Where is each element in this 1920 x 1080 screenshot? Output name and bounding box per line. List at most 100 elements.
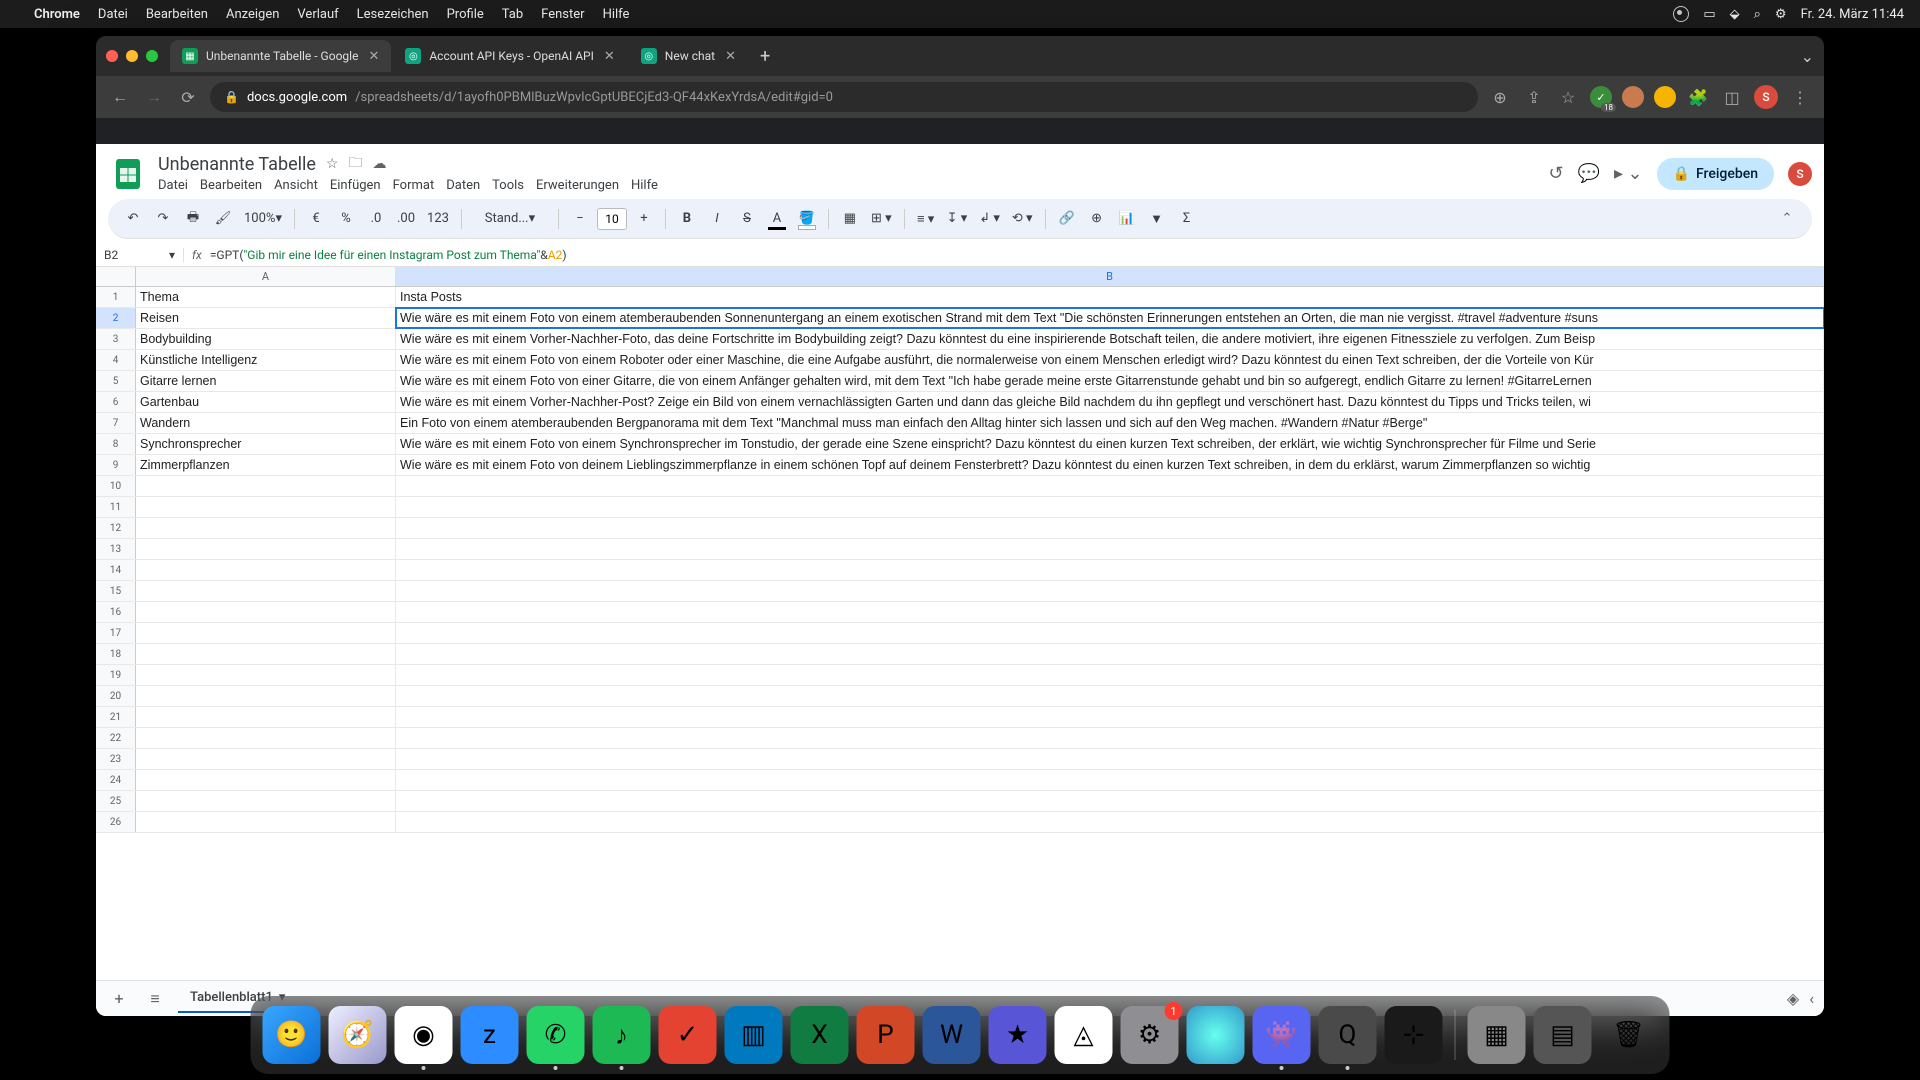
clock[interactable]: Fr. 24. März 11:44 [1801, 7, 1904, 22]
wifi-icon[interactable]: ⬙ [1730, 7, 1740, 22]
cell[interactable]: Gartenbau [136, 392, 396, 412]
sheets-menu-item[interactable]: Bearbeiten [200, 178, 262, 193]
sheets-menu-item[interactable]: Daten [446, 178, 480, 193]
cell[interactable]: Synchronsprecher [136, 434, 396, 454]
macos-menu-item[interactable]: Verlauf [297, 7, 338, 22]
fill-color-button[interactable]: 🪣 [794, 206, 820, 232]
macos-menu-item[interactable]: Datei [98, 7, 128, 22]
profile-avatar[interactable]: S [1754, 85, 1778, 109]
sheets-menu-item[interactable]: Tools [492, 178, 524, 193]
cell[interactable] [396, 665, 1824, 685]
cell[interactable] [136, 497, 396, 517]
cell[interactable] [136, 770, 396, 790]
row-header[interactable]: 4 [96, 350, 136, 370]
cell[interactable] [396, 560, 1824, 580]
sheets-menu-item[interactable]: Format [393, 178, 435, 193]
dock-quicktime-icon[interactable]: Q [1319, 1006, 1377, 1064]
row-header[interactable]: 19 [96, 665, 136, 685]
dock-screens-icon[interactable]: ▦ [1468, 1006, 1526, 1064]
cell[interactable] [396, 728, 1824, 748]
new-tab-button[interactable]: + [750, 46, 780, 67]
screen-record-icon[interactable] [1673, 6, 1689, 22]
cell[interactable] [136, 728, 396, 748]
column-header[interactable]: B [396, 267, 1824, 286]
row-header[interactable]: 25 [96, 791, 136, 811]
cell[interactable]: Künstliche Intelligenz [136, 350, 396, 370]
comment-button[interactable]: ⊕ [1084, 206, 1110, 232]
cell[interactable]: Wie wäre es mit einem Foto von einer Git… [396, 371, 1824, 391]
tab-close-icon[interactable]: ✕ [725, 49, 736, 64]
functions-button[interactable]: Σ [1174, 206, 1200, 232]
font-size-input[interactable]: 10 [597, 208, 627, 230]
link-button[interactable]: 🔗 [1054, 206, 1080, 232]
percent-button[interactable]: % [333, 206, 359, 232]
cell[interactable] [396, 539, 1824, 559]
move-folder-icon[interactable]: 🗀 [348, 152, 362, 176]
row-header[interactable]: 14 [96, 560, 136, 580]
all-sheets-button[interactable]: ≡ [142, 986, 168, 1012]
cell[interactable] [136, 581, 396, 601]
sheets-menu-item[interactable]: Ansicht [274, 178, 318, 193]
browser-tab[interactable]: ◎ New chat ✕ [629, 40, 748, 72]
name-box[interactable]: B2▾ [96, 248, 184, 262]
active-app-name[interactable]: Chrome [34, 7, 80, 22]
font-select[interactable]: Stand... ▾ [470, 206, 550, 232]
macos-menu-item[interactable]: Anzeigen [226, 7, 279, 22]
share-icon[interactable]: ⇪ [1522, 85, 1546, 109]
row-header[interactable]: 9 [96, 455, 136, 475]
text-color-button[interactable]: A [764, 206, 790, 232]
row-header[interactable]: 26 [96, 812, 136, 832]
cell[interactable] [136, 686, 396, 706]
cell[interactable] [396, 686, 1824, 706]
cell[interactable]: Thema [136, 287, 396, 307]
sheets-menu-item[interactable]: Hilfe [631, 178, 658, 193]
column-header[interactable]: A [136, 267, 396, 286]
sheets-logo-icon[interactable] [108, 154, 148, 194]
dock-whatsapp-icon[interactable]: ✆ [527, 1006, 585, 1064]
spotlight-icon[interactable]: ⌕ [1754, 7, 1761, 22]
cell[interactable] [136, 749, 396, 769]
cell[interactable] [136, 560, 396, 580]
control-center-icon[interactable]: ⚙ [1775, 7, 1787, 22]
meet-icon[interactable]: ▸ ⌄ [1614, 163, 1643, 184]
cloud-status-icon[interactable]: ☁ [372, 156, 386, 172]
dock-powerpoint-icon[interactable]: P [857, 1006, 915, 1064]
cell[interactable] [136, 602, 396, 622]
undo-button[interactable]: ↶ [120, 206, 146, 232]
cell[interactable] [136, 791, 396, 811]
strikethrough-button[interactable]: S [734, 206, 760, 232]
cell[interactable] [396, 518, 1824, 538]
star-icon[interactable]: ☆ [326, 156, 339, 172]
filter-button[interactable]: ▼ [1144, 206, 1170, 232]
dock-imovie-icon[interactable]: ★ [989, 1006, 1047, 1064]
cell[interactable]: Insta Posts [396, 287, 1824, 307]
row-header[interactable]: 16 [96, 602, 136, 622]
cell[interactable]: Gitarre lernen [136, 371, 396, 391]
increase-decimal-button[interactable]: .00 [393, 206, 419, 232]
number-format-button[interactable]: 123 [423, 206, 453, 232]
cell[interactable]: Zimmerpflanzen [136, 455, 396, 475]
dock-safari-icon[interactable]: 🧭 [329, 1006, 387, 1064]
dock-trash-icon[interactable]: 🗑 [1600, 1006, 1658, 1064]
dock-excel-icon[interactable]: X [791, 1006, 849, 1064]
back-button[interactable]: ← [108, 85, 132, 109]
cell[interactable] [136, 665, 396, 685]
maximize-window-button[interactable] [146, 50, 158, 62]
dock-finder-icon[interactable]: 🙂 [263, 1006, 321, 1064]
url-input[interactable]: 🔒 docs.google.com/spreadsheets/d/1ayofh0… [210, 82, 1478, 112]
macos-menu-item[interactable]: Hilfe [603, 7, 630, 22]
sheets-menu-item[interactable]: Einfügen [330, 178, 381, 193]
cell[interactable]: Wandern [136, 413, 396, 433]
row-header[interactable]: 23 [96, 749, 136, 769]
dock-todoist-icon[interactable]: ✓ [659, 1006, 717, 1064]
italic-button[interactable]: I [704, 206, 730, 232]
sheets-menu-item[interactable]: Datei [158, 178, 188, 193]
add-sheet-button[interactable]: + [106, 986, 132, 1012]
row-header[interactable]: 24 [96, 770, 136, 790]
row-header[interactable]: 21 [96, 707, 136, 727]
bookmark-icon[interactable]: ☆ [1556, 85, 1580, 109]
cell[interactable] [136, 707, 396, 727]
cell[interactable] [136, 623, 396, 643]
row-header[interactable]: 8 [96, 434, 136, 454]
extension-icon[interactable] [1654, 86, 1676, 108]
